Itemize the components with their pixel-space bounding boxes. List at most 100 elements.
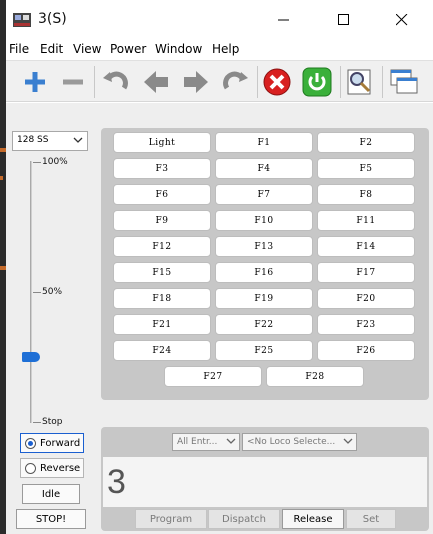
- redo-button[interactable]: [218, 65, 252, 99]
- emergency-stop-button[interactable]: [260, 65, 294, 99]
- forward-label: Forward: [40, 437, 81, 449]
- reverse-direction-button[interactable]: [139, 65, 173, 99]
- arrow-left-icon: [144, 71, 168, 93]
- release-button[interactable]: Release: [282, 509, 344, 529]
- close-button[interactable]: [372, 0, 432, 40]
- address-value: 3: [107, 463, 126, 501]
- function-button-f23[interactable]: F23: [317, 314, 415, 335]
- minimize-icon: [278, 19, 289, 21]
- function-button-light[interactable]: Light: [113, 132, 211, 153]
- menu-view[interactable]: View: [73, 42, 101, 56]
- program-button[interactable]: Program: [135, 509, 207, 529]
- magnifier-document-icon: [347, 69, 371, 95]
- forward-direction-button[interactable]: [179, 65, 213, 99]
- undo-button[interactable]: [99, 65, 133, 99]
- function-button-f19[interactable]: F19: [215, 288, 313, 309]
- roster-filter-select[interactable]: All Entr...: [172, 433, 240, 451]
- menu-bar: File Edit View Power Window Help: [6, 40, 433, 60]
- menu-edit[interactable]: Edit: [40, 42, 63, 56]
- address-panel: All Entr... <No Loco Selecte... 3 Progra…: [101, 427, 429, 531]
- rotate-right-icon: [223, 71, 248, 90]
- decrease-speed-button[interactable]: [56, 65, 90, 99]
- function-button-f5[interactable]: F5: [317, 158, 415, 179]
- loco-select[interactable]: <No Loco Selecte...: [242, 433, 357, 451]
- function-button-f8[interactable]: F8: [317, 184, 415, 205]
- function-button-f14[interactable]: F14: [317, 236, 415, 257]
- slider-tick: [33, 162, 41, 163]
- dispatch-button[interactable]: Dispatch: [208, 509, 280, 529]
- function-button-f24[interactable]: F24: [113, 340, 211, 361]
- idle-button[interactable]: Idle: [22, 484, 80, 504]
- function-button-f16[interactable]: F16: [215, 262, 313, 283]
- function-button-f10[interactable]: F10: [215, 210, 313, 231]
- speed-step-select[interactable]: 128 SS: [12, 131, 88, 151]
- slider-tick: [33, 292, 41, 293]
- function-button-f11[interactable]: F11: [317, 210, 415, 231]
- function-button-f13[interactable]: F13: [215, 236, 313, 257]
- speed-slider-track[interactable]: [30, 161, 32, 423]
- roster-filter-value: All Entr...: [177, 437, 218, 447]
- background-mark: [0, 176, 3, 180]
- toolbar: [6, 60, 433, 102]
- stop-button[interactable]: STOP!: [16, 509, 86, 529]
- function-button-f25[interactable]: F25: [215, 340, 313, 361]
- slider-label-top: 100%: [42, 157, 68, 167]
- maximize-button[interactable]: [314, 0, 374, 40]
- function-button-f3[interactable]: F3: [113, 158, 211, 179]
- function-button-f12[interactable]: F12: [113, 236, 211, 257]
- speed-step-value: 128 SS: [17, 135, 49, 145]
- function-button-f9[interactable]: F9: [113, 210, 211, 231]
- content-area: 128 SS 100% 50% Stop Forward Reverse Idl…: [6, 103, 433, 534]
- address-field[interactable]: 3: [103, 457, 427, 507]
- function-button-f18[interactable]: F18: [113, 288, 211, 309]
- window-layout-button[interactable]: [387, 65, 421, 99]
- toolbar-separator: [257, 66, 258, 98]
- function-button-f17[interactable]: F17: [317, 262, 415, 283]
- function-button-f22[interactable]: F22: [215, 314, 313, 335]
- set-button[interactable]: Set: [346, 509, 396, 529]
- rotate-left-icon: [103, 71, 128, 90]
- window-title: 3(S): [38, 11, 67, 27]
- app-icon: [13, 13, 31, 27]
- function-panel: Light F1 F2 F3 F4 F5 F6 F7 F8 F9 F10 F11 F12 F13 F14 F1…: [101, 128, 429, 400]
- function-button-f6[interactable]: F6: [113, 184, 211, 205]
- power-icon: [302, 67, 332, 97]
- function-button-f15[interactable]: F15: [113, 262, 211, 283]
- function-button-f21[interactable]: F21: [113, 314, 211, 335]
- throttle-window: 3(S) File Edit View Power Window Help 12…: [6, 0, 433, 534]
- roster-edit-button[interactable]: [343, 65, 377, 99]
- chevron-down-icon: [343, 438, 353, 444]
- function-button-f20[interactable]: F20: [317, 288, 415, 309]
- reverse-label: Reverse: [40, 462, 81, 474]
- power-button[interactable]: [300, 65, 334, 99]
- reverse-radio[interactable]: Reverse: [20, 458, 84, 478]
- slider-label-bottom: Stop: [42, 417, 63, 427]
- menu-help[interactable]: Help: [212, 42, 239, 56]
- function-button-f27[interactable]: F27: [164, 366, 262, 387]
- minus-icon: [63, 79, 83, 85]
- plus-icon: [25, 72, 45, 92]
- radio-unselected-icon: [25, 462, 36, 474]
- toolbar-separator: [340, 66, 341, 98]
- slider-tick: [33, 422, 41, 423]
- stop-x-icon: [263, 68, 291, 96]
- forward-radio[interactable]: Forward: [20, 433, 84, 453]
- menu-file[interactable]: File: [9, 42, 29, 56]
- function-button-f7[interactable]: F7: [215, 184, 313, 205]
- maximize-icon: [338, 14, 349, 25]
- minimize-button[interactable]: [254, 0, 314, 40]
- radio-selected-icon: [25, 437, 36, 449]
- speed-slider-thumb[interactable]: [22, 352, 40, 362]
- function-button-f28[interactable]: F28: [266, 366, 364, 387]
- chevron-down-icon: [226, 438, 236, 444]
- function-button-f1[interactable]: F1: [215, 132, 313, 153]
- windows-icon: [390, 69, 418, 94]
- throttle-panel: 128 SS 100% 50% Stop Forward Reverse Idl…: [10, 123, 92, 531]
- menu-window[interactable]: Window: [155, 42, 202, 56]
- function-button-f4[interactable]: F4: [215, 158, 313, 179]
- function-button-f2[interactable]: F2: [317, 132, 415, 153]
- loco-select-value: <No Loco Selecte...: [247, 437, 336, 447]
- increase-speed-button[interactable]: [18, 65, 52, 99]
- menu-power[interactable]: Power: [110, 42, 146, 56]
- function-button-f26[interactable]: F26: [317, 340, 415, 361]
